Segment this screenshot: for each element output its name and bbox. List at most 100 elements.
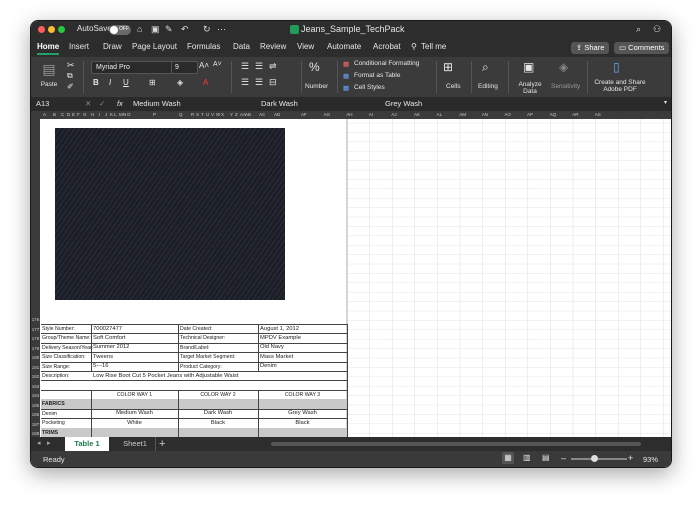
account-icon[interactable]: ⚇	[653, 24, 661, 35]
column-letter-ad[interactable]: AD	[274, 112, 280, 117]
zoom-slider-thumb[interactable]	[591, 455, 598, 462]
column-letter-ao[interactable]: AO	[504, 112, 511, 117]
row-number-188[interactable]: 188	[31, 431, 40, 436]
tab-insert[interactable]: Insert	[69, 42, 89, 51]
row-number-178[interactable]: 178	[31, 336, 40, 341]
zoom-slider[interactable]	[571, 458, 627, 460]
column-letter-y[interactable]: Y	[230, 112, 233, 117]
column-letter-o[interactable]: O	[127, 112, 131, 117]
column-letter-c[interactable]: C	[61, 112, 64, 117]
column-letter-n[interactable]: N	[123, 112, 126, 117]
column-letter-ag[interactable]: AG	[324, 112, 331, 117]
tab-formulas[interactable]: Formulas	[187, 42, 220, 51]
sheet-tab-sheet1[interactable]: Sheet1	[117, 437, 153, 451]
normal-view-icon[interactable]: ▦	[502, 452, 514, 464]
format-painter-icon[interactable]: ✐	[67, 82, 74, 91]
comments-button[interactable]: ▭ Comments	[614, 42, 670, 54]
column-letter-t[interactable]: T	[201, 112, 204, 117]
tab-data[interactable]: Data	[233, 42, 250, 51]
italic-button[interactable]: I	[109, 78, 111, 87]
tab-automate[interactable]: Automate	[327, 42, 361, 51]
column-letter-af[interactable]: AF	[301, 112, 307, 117]
analyze-data-icon[interactable]: ▣	[523, 60, 534, 74]
formula-content-3[interactable]: Grey Wash	[385, 99, 422, 108]
enter-icon[interactable]: ✓	[99, 99, 105, 108]
column-letter-a[interactable]: A	[43, 112, 46, 117]
tab-view[interactable]: View	[297, 42, 314, 51]
column-letter-aq[interactable]: AQ	[550, 112, 557, 117]
redo-icon[interactable]: ↻	[203, 24, 211, 35]
align-middle-icon[interactable]: ☰	[255, 61, 263, 72]
expand-formula-icon[interactable]: ▾	[664, 99, 667, 106]
column-letter-ak[interactable]: AK	[414, 112, 420, 117]
percent-icon[interactable]: %	[309, 60, 320, 74]
increase-font-icon[interactable]: A˄	[199, 61, 209, 70]
wrap-text-icon[interactable]: ⇌	[269, 61, 277, 72]
tab-draw[interactable]: Draw	[103, 42, 122, 51]
format-as-table-icon[interactable]: ▦	[343, 72, 349, 80]
formula-content-1[interactable]: Medium Wash	[133, 99, 181, 108]
decrease-font-icon[interactable]: A˅	[213, 61, 222, 68]
align-center-icon[interactable]: ☰	[255, 77, 263, 88]
row-number-180[interactable]: 180	[31, 355, 40, 360]
add-sheet-button[interactable]: +	[159, 437, 165, 451]
zoom-out-button[interactable]: –	[561, 453, 566, 463]
more-icon[interactable]: ⋯	[217, 24, 226, 35]
column-letter-j[interactable]: J	[105, 112, 107, 117]
worksheet-grid[interactable]: 1761771781791801811821831841851861871881…	[31, 119, 671, 467]
row-number-176[interactable]: 176	[31, 317, 40, 322]
tell-me-field[interactable]: Tell me	[421, 42, 446, 51]
underline-button[interactable]: U	[123, 78, 129, 87]
cell-styles-icon[interactable]: ▦	[343, 84, 349, 92]
cell-styles-label[interactable]: Cell Styles	[354, 84, 385, 91]
column-letter-f[interactable]: F	[77, 112, 80, 117]
column-letter-e[interactable]: E	[72, 112, 75, 117]
name-box[interactable]: A13	[36, 99, 49, 108]
column-letter-g[interactable]: G	[83, 112, 87, 117]
font-color-icon[interactable]: A	[203, 78, 208, 87]
next-sheet-icon[interactable]: ▸	[47, 439, 51, 447]
conditional-formatting-icon[interactable]: ▦	[343, 60, 349, 68]
column-letter-v[interactable]: V	[211, 112, 214, 117]
fill-color-icon[interactable]: ◈	[177, 78, 183, 87]
save-icon[interactable]: ▣	[151, 24, 160, 35]
tab-acrobat[interactable]: Acrobat	[373, 42, 401, 51]
column-letter-aj[interactable]: AJ	[391, 112, 396, 117]
borders-icon[interactable]: ⊞	[149, 78, 156, 87]
row-number-186[interactable]: 186	[31, 412, 40, 417]
column-letter-k[interactable]: K	[110, 112, 113, 117]
column-letter-ai[interactable]: AI	[369, 112, 373, 117]
bold-button[interactable]: B	[93, 78, 99, 87]
format-as-table-label[interactable]: Format as Table	[354, 72, 400, 79]
cancel-icon[interactable]: ✕	[85, 99, 91, 108]
share-button[interactable]: ⇪ Share	[571, 42, 610, 54]
column-letter-u[interactable]: U	[206, 112, 209, 117]
formula-content-2[interactable]: Dark Wash	[261, 99, 298, 108]
column-letter-d[interactable]: D	[67, 112, 70, 117]
column-letter-al[interactable]: AL	[437, 112, 443, 117]
column-letter-z[interactable]: Z	[235, 112, 238, 117]
column-letter-ac[interactable]: AC	[259, 112, 265, 117]
column-letter-s[interactable]: S	[196, 112, 199, 117]
undo-icon[interactable]: ↶	[181, 24, 189, 35]
close-window-button[interactable]	[38, 26, 45, 33]
cells-icon[interactable]: ⊞	[443, 60, 453, 74]
font-size-select[interactable]: 9	[171, 61, 198, 74]
column-letter-an[interactable]: AN	[482, 112, 488, 117]
home-icon[interactable]: ⌂	[137, 24, 142, 34]
font-name-select[interactable]: Myriad Pro	[91, 61, 175, 74]
paste-icon[interactable]: ▤	[37, 61, 61, 78]
column-letter-ab[interactable]: AB	[245, 112, 251, 117]
copy-icon[interactable]: ⧉	[67, 71, 73, 81]
column-letter-ar[interactable]: AR	[572, 112, 578, 117]
prev-sheet-icon[interactable]: ◂	[37, 439, 41, 447]
column-letter-h[interactable]: H	[91, 112, 94, 117]
column-letter-q[interactable]: Q	[179, 112, 183, 117]
align-top-icon[interactable]: ☰	[241, 61, 249, 72]
conditional-formatting-label[interactable]: Conditional Formatting	[354, 60, 419, 67]
row-number-185[interactable]: 185	[31, 403, 40, 408]
zoom-window-button[interactable]	[58, 26, 65, 33]
row-number-182[interactable]: 182	[31, 374, 40, 379]
column-letter-ah[interactable]: AH	[346, 112, 352, 117]
column-letter-r[interactable]: R	[191, 112, 194, 117]
